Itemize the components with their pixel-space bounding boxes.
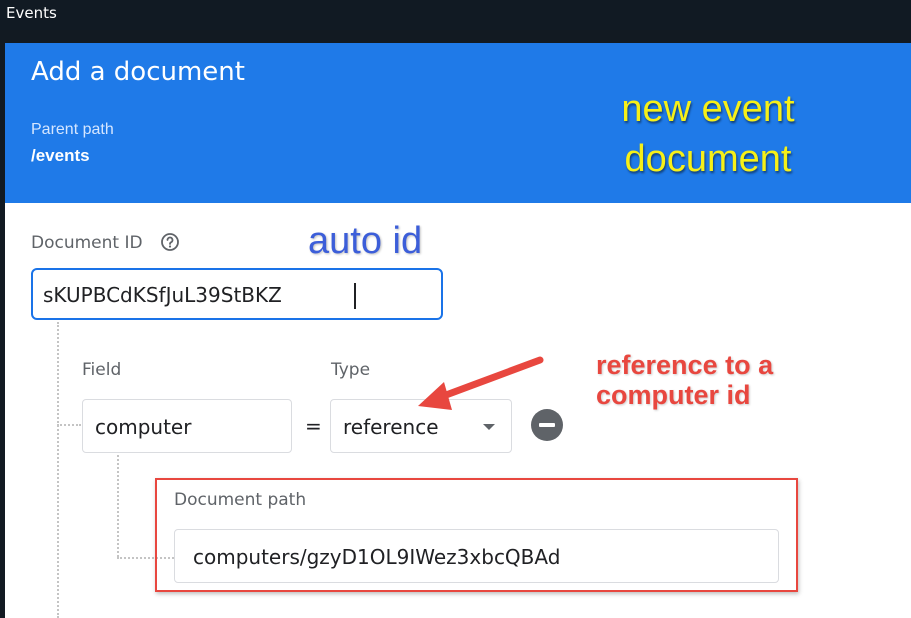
annotation-line: computer id bbox=[596, 380, 751, 410]
document-id-input[interactable]: sKUPBCdKSfJuL39StBKZ bbox=[31, 268, 443, 320]
chevron-down-icon bbox=[483, 424, 495, 430]
tree-connector bbox=[117, 455, 119, 557]
field-name-input[interactable]: computer bbox=[82, 399, 292, 453]
tree-connector bbox=[57, 424, 81, 426]
document-path-input[interactable]: computers/gzyD1OL9IWez3xbcQBAd bbox=[174, 529, 779, 583]
document-id-label: Document ID bbox=[31, 233, 143, 253]
help-circle-icon[interactable] bbox=[160, 232, 180, 252]
equals-sign: = bbox=[305, 414, 322, 438]
annotation-line: document bbox=[624, 138, 792, 180]
document-path-label: Document path bbox=[174, 490, 307, 510]
parent-path-label: Parent path bbox=[31, 121, 114, 138]
document-path-value: computers/gzyD1OL9IWez3xbcQBAd bbox=[193, 545, 561, 569]
annotation-new-event: new event document bbox=[598, 84, 818, 184]
annotation-auto-id: auto id bbox=[308, 220, 423, 262]
document-id-value: sKUPBCdKSfJuL39StBKZ bbox=[43, 283, 282, 307]
field-name-value: computer bbox=[95, 415, 192, 439]
field-label: Field bbox=[82, 360, 122, 380]
annotation-arrow-icon bbox=[418, 356, 544, 410]
text-caret bbox=[354, 283, 356, 309]
window-titlebar: Events bbox=[0, 0, 911, 30]
dialog-title: Add a document bbox=[31, 57, 245, 87]
window-title: Events bbox=[6, 4, 57, 22]
annotation-line: reference to a bbox=[596, 350, 774, 380]
tree-connector bbox=[57, 322, 59, 618]
annotation-reference: reference to a computer id bbox=[596, 350, 773, 410]
type-label: Type bbox=[331, 360, 371, 380]
parent-path-value: /events bbox=[31, 146, 90, 165]
annotation-line: new event bbox=[621, 88, 795, 130]
